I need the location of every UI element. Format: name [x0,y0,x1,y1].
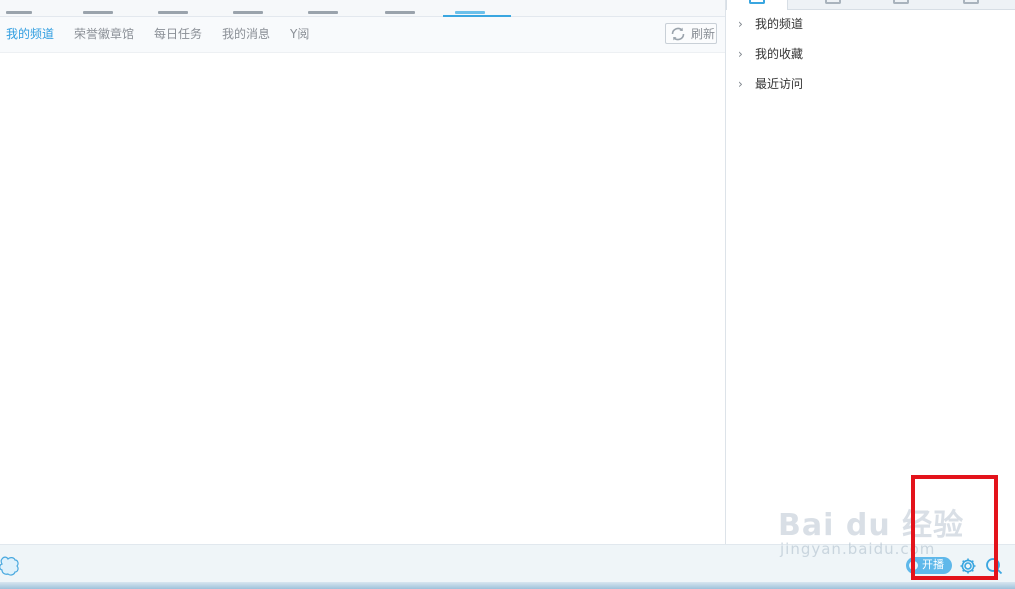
right-tab-1[interactable] [726,0,788,10]
subnav-my-messages[interactable]: 我的消息 [222,27,270,41]
chevron-right-icon: › [738,77,743,91]
live-dot-icon [909,561,918,570]
tab-icon [749,0,765,4]
tree-item-label: 最近访问 [755,77,804,91]
gear-icon[interactable] [958,556,978,576]
right-tab-2[interactable] [803,0,863,9]
chevron-right-icon: › [738,17,743,31]
tree-item-label: 我的收藏 [755,47,804,61]
refresh-button[interactable]: 刷新 [665,23,717,44]
subnav-daily-tasks[interactable]: 每日任务 [154,27,202,41]
chevron-right-icon: › [738,47,743,61]
tab-icon [963,0,979,4]
top-tab-5[interactable] [300,0,360,16]
taskbar-edge [0,582,1015,589]
top-tab-3[interactable] [150,0,210,16]
right-tab-3[interactable] [871,0,931,9]
tab-icon [825,0,841,4]
search-icon[interactable] [984,556,1004,576]
bottom-bar: 开播 [0,544,1015,583]
go-live-label: 开播 [922,558,944,571]
top-tab-active[interactable] [443,0,511,17]
right-panel-tabs [726,0,1015,10]
tree-item-label: 我的频道 [755,17,804,31]
tab-icon [893,0,909,4]
go-live-button[interactable]: 开播 [906,557,952,574]
top-tab-1[interactable] [0,0,60,16]
mascot-icon[interactable] [0,553,20,577]
subnav-y-read[interactable]: Y阅 [290,27,309,41]
subnav-honor-badges[interactable]: 荣誉徽章馆 [74,27,134,41]
top-tab-6[interactable] [375,0,435,16]
top-tab-strip [0,0,725,17]
refresh-label: 刷新 [691,27,716,41]
subnav-my-channel[interactable]: 我的频道 [6,27,54,41]
sub-navigation: 我的频道 荣誉徽章馆 每日任务 我的消息 Y阅 刷新 [0,17,725,53]
right-tab-4[interactable] [941,0,1001,9]
main-content-area [0,53,725,543]
refresh-icon [671,27,685,41]
top-tab-4[interactable] [225,0,285,16]
top-tab-2[interactable] [75,0,135,16]
right-panel: › 我的频道 › 我的收藏 › 最近访问 [725,0,1015,544]
